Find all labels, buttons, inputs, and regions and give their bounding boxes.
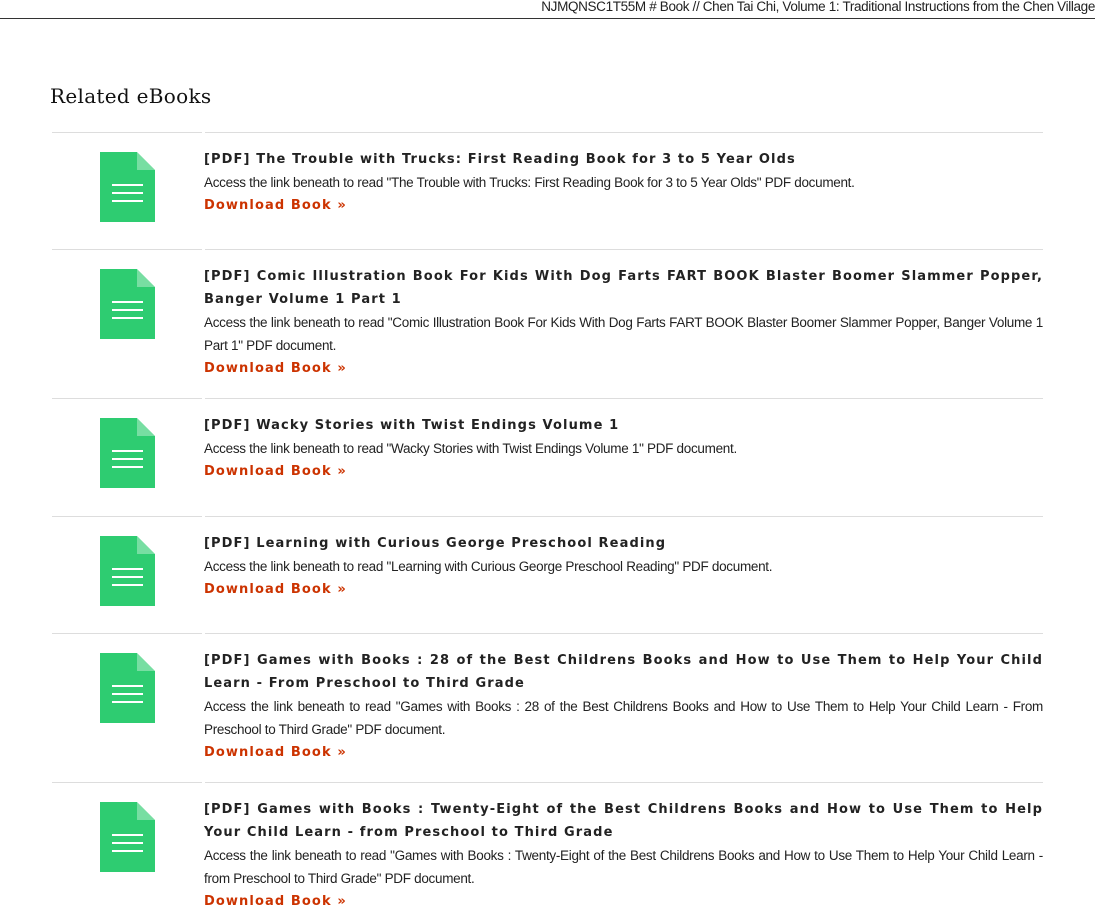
divider [205, 398, 1043, 399]
book-title: [PDF] The Trouble with Trucks: First Rea… [204, 152, 796, 167]
divider [52, 516, 202, 517]
divider [52, 249, 202, 250]
book-description: Access the link beneath to read "The Tro… [204, 175, 855, 190]
book-description: Access the link beneath to read "Games w… [204, 699, 1043, 737]
item-text: [PDF] The Trouble with Trucks: First Rea… [204, 148, 1043, 217]
download-book-link[interactable]: Download Book » [204, 460, 347, 483]
divider [52, 398, 202, 399]
document-icon[interactable] [100, 152, 155, 222]
item-text: [PDF] Comic Illustration Book For Kids W… [204, 265, 1043, 380]
divider [205, 249, 1043, 250]
breadcrumb: NJMQNSC1T55M # Book // Chen Tai Chi, Vol… [541, 0, 1095, 14]
document-icon[interactable] [100, 653, 155, 723]
book-title: [PDF] Wacky Stories with Twist Endings V… [204, 418, 620, 433]
book-description: Access the link beneath to read "Learnin… [204, 559, 773, 574]
book-description: Access the link beneath to read "Wacky S… [204, 441, 737, 456]
item-text: [PDF] Learning with Curious George Presc… [204, 532, 1043, 601]
item-text: [PDF] Wacky Stories with Twist Endings V… [204, 414, 1043, 483]
book-title: [PDF] Games with Books : 28 of the Best … [204, 653, 1043, 691]
top-header-bar: NJMQNSC1T55M # Book // Chen Tai Chi, Vol… [0, 0, 1095, 19]
book-description: Access the link beneath to read "Games w… [204, 848, 1043, 886]
divider [52, 633, 202, 634]
document-icon[interactable] [100, 536, 155, 606]
document-icon[interactable] [100, 418, 155, 488]
divider [52, 132, 202, 133]
book-title: [PDF] Comic Illustration Book For Kids W… [204, 269, 1043, 307]
divider [205, 782, 1043, 783]
divider [205, 516, 1043, 517]
item-text: [PDF] Games with Books : 28 of the Best … [204, 649, 1043, 764]
item-text: [PDF] Games with Books : Twenty-Eight of… [204, 798, 1043, 913]
download-book-link[interactable]: Download Book » [204, 194, 347, 217]
download-book-link[interactable]: Download Book » [204, 741, 347, 764]
document-icon[interactable] [100, 269, 155, 339]
divider [52, 782, 202, 783]
book-title: [PDF] Learning with Curious George Presc… [204, 536, 667, 551]
divider [205, 132, 1043, 133]
document-icon[interactable] [100, 802, 155, 872]
download-book-link[interactable]: Download Book » [204, 890, 347, 913]
book-description: Access the link beneath to read "Comic I… [204, 315, 1043, 353]
download-book-link[interactable]: Download Book » [204, 578, 347, 601]
book-title: [PDF] Games with Books : Twenty-Eight of… [204, 802, 1043, 840]
download-book-link[interactable]: Download Book » [204, 357, 347, 380]
divider [205, 633, 1043, 634]
section-title: Related eBooks [50, 84, 212, 108]
